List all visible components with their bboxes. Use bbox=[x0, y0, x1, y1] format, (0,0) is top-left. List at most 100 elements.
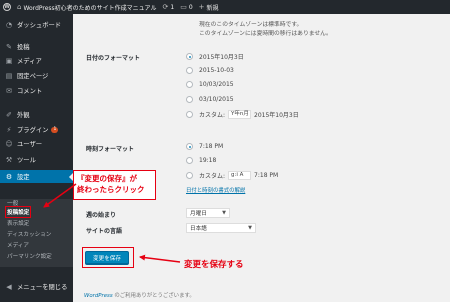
updates-count: 1 bbox=[170, 3, 175, 11]
wrench-icon: ⚒ bbox=[5, 155, 13, 164]
sidebar-item-dashboard[interactable]: ◔ ダッシュボード bbox=[0, 18, 73, 31]
date-option-custom[interactable]: カスタム: Y年n月 2015年10月3日 bbox=[186, 110, 299, 119]
media-icon: ▣ bbox=[5, 56, 13, 65]
option-label: 7:18 PM bbox=[199, 143, 224, 150]
collapse-menu-button[interactable]: ◀ メニューを閉じる bbox=[0, 280, 73, 293]
brush-icon: ✐ bbox=[6, 110, 12, 119]
page-icon: ▤ bbox=[5, 71, 13, 80]
timezone-note: このタイムゾーンには夏時間の移行はありません。 bbox=[199, 31, 332, 37]
comment-icon: ✉ bbox=[6, 86, 12, 95]
date-option[interactable]: 2015-10-03 bbox=[186, 67, 234, 74]
option-label: 03/10/2015 bbox=[199, 96, 234, 103]
sidebar-item-users[interactable]: ☺ ユーザー bbox=[0, 137, 73, 150]
week-start-value: 月曜日 bbox=[190, 211, 207, 217]
dashboard-icon: ◔ bbox=[5, 20, 13, 29]
comments-count: 0 bbox=[188, 3, 193, 11]
time-format-label: 時刻フォーマット bbox=[86, 146, 135, 153]
settings-icon: ⚙ bbox=[5, 172, 13, 181]
sidebar-item-label: 投稿 bbox=[17, 44, 30, 51]
admin-bar: W ⌂ WordPress初心者のためのサイト作成マニュアル ⟳ 1 ▭ 0 +… bbox=[0, 0, 450, 14]
week-start-select[interactable]: 月曜日 ▼ bbox=[186, 208, 230, 218]
submenu-media[interactable]: メディア bbox=[7, 241, 29, 249]
date-format-label: 日付のフォーマット bbox=[86, 55, 141, 62]
time-option-custom[interactable]: カスタム: g:i A 7:18 PM bbox=[186, 171, 278, 180]
site-language-value: 日本語 bbox=[190, 226, 207, 232]
date-custom-preview: 2015年10月3日 bbox=[254, 112, 299, 119]
radio-button[interactable] bbox=[186, 143, 193, 150]
new-label: 新規 bbox=[206, 4, 219, 12]
time-option[interactable]: 7:18 PM bbox=[186, 143, 223, 150]
comments-link[interactable]: ▭ 0 bbox=[177, 0, 195, 14]
custom-label: カスタム: bbox=[199, 112, 226, 119]
plugin-update-badge: 1 bbox=[51, 126, 59, 133]
updates-icon: ⟳ bbox=[162, 3, 169, 11]
sidebar-item-label: ダッシュボード bbox=[17, 22, 62, 29]
comment-bubble-icon: ▭ bbox=[180, 3, 187, 11]
radio-button[interactable] bbox=[186, 172, 193, 179]
option-label: 19:18 bbox=[199, 157, 217, 164]
updates-link[interactable]: ⟳ 1 bbox=[160, 0, 178, 14]
radio-button[interactable] bbox=[186, 157, 193, 164]
submenu-discussion[interactable]: ディスカッション bbox=[7, 230, 51, 238]
option-label: 10/03/2015 bbox=[199, 81, 234, 88]
plus-icon: + bbox=[198, 3, 205, 11]
chevron-down-icon: ▼ bbox=[222, 210, 226, 216]
submenu-reading[interactable]: 表示設定 bbox=[7, 219, 29, 227]
sidebar-item-tools[interactable]: ⚒ ツール bbox=[0, 153, 73, 166]
sidebar-item-label: ツール bbox=[17, 157, 36, 164]
submenu-writing[interactable]: 投稿設定 bbox=[4, 206, 32, 218]
option-label: 2015年10月3日 bbox=[199, 54, 244, 61]
sidebar-item-posts[interactable]: ✎ 投稿 bbox=[0, 40, 73, 53]
radio-button[interactable] bbox=[186, 53, 193, 60]
collapse-menu-label: メニューを閉じる bbox=[17, 284, 68, 291]
sidebar-item-label: 設定 bbox=[17, 174, 30, 181]
submenu-general[interactable]: 一般 bbox=[7, 199, 18, 207]
site-language-label: サイトの言語 bbox=[86, 228, 123, 235]
sidebar-item-label: 外観 bbox=[17, 112, 30, 119]
sidebar-item-comments[interactable]: ✉ コメント bbox=[0, 84, 73, 97]
user-icon: ☺ bbox=[5, 139, 13, 148]
sidebar-item-appearance[interactable]: ✐ 外観 bbox=[0, 108, 73, 121]
settings-submenu: 一般 投稿設定 表示設定 ディスカッション メディア パーマリンク設定 bbox=[0, 199, 73, 267]
sidebar-item-settings[interactable]: ⚙ 設定 bbox=[0, 170, 73, 183]
sidebar-item-label: コメント bbox=[17, 88, 43, 95]
sidebar-item-label: メディア bbox=[17, 58, 42, 65]
date-option[interactable]: 10/03/2015 bbox=[186, 81, 234, 88]
submenu-permalinks[interactable]: パーマリンク設定 bbox=[7, 252, 52, 260]
custom-label: カスタム: bbox=[199, 173, 226, 180]
date-time-docs-link[interactable]: 日付と時刻の書式の解説 bbox=[186, 186, 245, 194]
sidebar-item-label: ユーザー bbox=[17, 141, 43, 148]
new-content-link[interactable]: + 新規 bbox=[196, 0, 222, 14]
site-language-select[interactable]: 日本語 ▼ bbox=[186, 223, 256, 233]
wordpress-icon: W bbox=[3, 3, 11, 11]
footer-text: のご利用ありがとうございます。 bbox=[112, 293, 195, 299]
sidebar-item-pages[interactable]: ▤ 固定ページ bbox=[0, 69, 73, 82]
sidebar-item-label: プラグイン bbox=[17, 127, 49, 134]
chevron-down-icon: ▼ bbox=[248, 225, 252, 231]
sidebar-item-media[interactable]: ▣ メディア bbox=[0, 54, 73, 67]
date-custom-input[interactable]: Y年n月 bbox=[228, 110, 252, 119]
radio-button[interactable] bbox=[186, 81, 193, 88]
week-start-label: 週の始まり bbox=[86, 212, 117, 219]
radio-button[interactable] bbox=[186, 111, 193, 118]
site-name-link[interactable]: ⌂ WordPress初心者のためのサイト作成マニュアル bbox=[14, 0, 160, 14]
time-custom-input[interactable]: g:i A bbox=[228, 171, 252, 180]
pin-icon: ✎ bbox=[6, 42, 12, 51]
sidebar-item-label: 固定ページ bbox=[17, 73, 49, 80]
radio-button[interactable] bbox=[186, 96, 193, 103]
wordpress-link[interactable]: WordPress bbox=[84, 293, 113, 299]
annotation-line: 終わったらクリック bbox=[77, 185, 145, 194]
date-option[interactable]: 03/10/2015 bbox=[186, 96, 234, 103]
save-button-highlight bbox=[82, 247, 134, 268]
home-icon: ⌂ bbox=[17, 3, 22, 11]
admin-footer: WordPress のご利用ありがとうございます。 bbox=[84, 291, 195, 299]
annotation-line: 『変更の保存』が bbox=[77, 174, 137, 183]
timezone-note: 現在のこのタイムゾーンは標準時です。 bbox=[199, 22, 303, 28]
radio-button[interactable] bbox=[186, 67, 193, 74]
time-custom-preview: 7:18 PM bbox=[254, 172, 279, 179]
time-option[interactable]: 19:18 bbox=[186, 157, 216, 164]
wordpress-logo-button[interactable]: W bbox=[0, 0, 14, 14]
sidebar-item-plugins[interactable]: ⚡ プラグイン 1 bbox=[0, 123, 73, 136]
annotation-callout: 『変更の保存』が 終わったらクリック bbox=[73, 170, 156, 200]
date-option[interactable]: 2015年10月3日 bbox=[186, 52, 244, 61]
